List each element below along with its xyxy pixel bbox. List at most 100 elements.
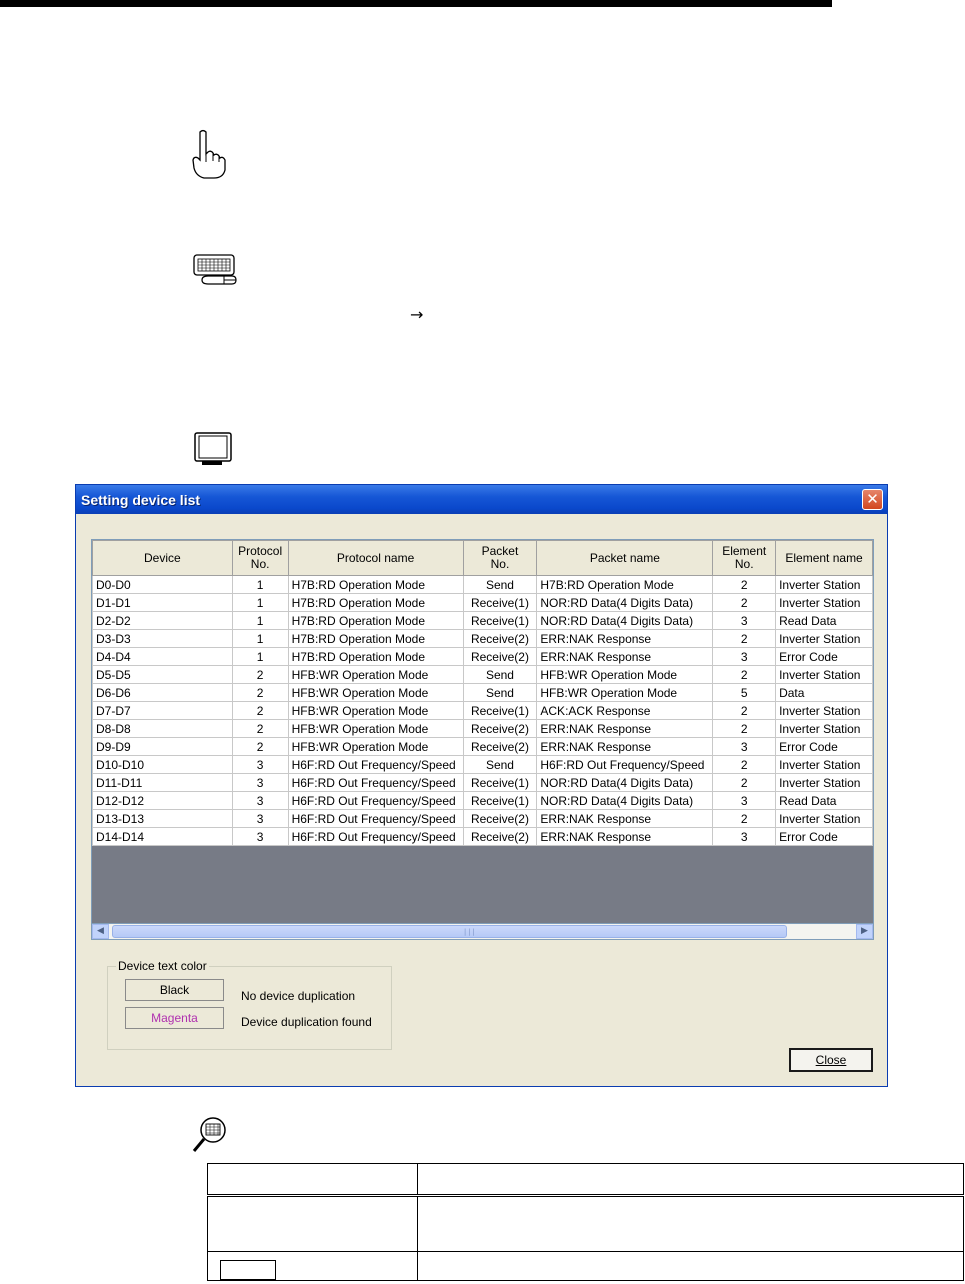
close-icon[interactable]: ✕ (862, 489, 883, 510)
table-cell (417, 1251, 964, 1281)
table-cell: H6F:RD Out Frequency/Speed (287, 827, 464, 846)
table-cell: D7-D7 (92, 701, 233, 720)
table-cell: Error Code (775, 737, 873, 756)
table-cell: D4-D4 (92, 647, 233, 666)
group-label: Device text color (116, 959, 209, 973)
table-cell: H6F:RD Out Frequency/Speed (536, 755, 714, 774)
table-row[interactable]: D1-D1 1 H7B:RD Operation Mode Receive(1) NOR… (92, 593, 873, 612)
table-row[interactable]: D6-D6 2 HFB:WR Operation Mode Send HFB:WR Op… (92, 683, 873, 702)
setting-device-list-dialog: Setting device list ✕ Device Protocol No.… (75, 484, 888, 1087)
column-header[interactable]: Packet No. (462, 540, 538, 576)
table-row[interactable]: D4-D4 1 H7B:RD Operation Mode Receive(2) ERR… (92, 647, 873, 666)
dialog-title: Setting device list (81, 492, 201, 508)
table-cell: HFB:WR Operation Mode (287, 737, 464, 756)
table-row[interactable]: D3-D3 1 H7B:RD Operation Mode Receive(2) ERR… (92, 629, 873, 648)
table-cell: Inverter Station (775, 665, 873, 684)
table-cell (417, 1195, 964, 1252)
table-cell: HFB:WR Operation Mode (536, 665, 714, 684)
table-cell: 2 (712, 755, 777, 774)
column-header[interactable]: Element name (775, 540, 873, 576)
table-cell: H7B:RD Operation Mode (287, 647, 464, 666)
table-row[interactable]: D9-D9 2 HFB:WR Operation Mode Receive(2) ERR… (92, 737, 873, 756)
table-cell: Error Code (775, 647, 873, 666)
table-cell: Inverter Station (775, 755, 873, 774)
table-cell: 2 (712, 809, 777, 828)
horizontal-scrollbar[interactable]: ◀ ||| ▶ (91, 923, 874, 940)
device-list-grid[interactable]: Device Protocol No. Protocol name Packet No… (91, 539, 874, 940)
table-cell: 2 (712, 701, 777, 720)
table-cell: Send (462, 665, 538, 684)
table-cell: HFB:WR Operation Mode (287, 701, 464, 720)
table-cell: Receive(1) (462, 593, 538, 612)
table-row[interactable]: D14-D14 3 H6F:RD Out Frequency/Speed Receiv… (92, 827, 873, 846)
table-cell: NOR:RD Data(4 Digits Data) (536, 593, 714, 612)
table-cell: D14-D14 (92, 827, 233, 846)
column-header[interactable]: Element No. (712, 540, 777, 576)
scroll-left-icon[interactable]: ◀ (92, 924, 109, 939)
black-swatch: Black (125, 979, 224, 1001)
table-cell: ERR:NAK Response (536, 629, 714, 648)
magenta-swatch: Magenta (125, 1007, 224, 1029)
table-cell: Receive(2) (462, 737, 538, 756)
menu-path-arrow: → (410, 305, 424, 324)
scrollbar-thumb[interactable]: ||| (112, 925, 787, 938)
table-cell: 3 (712, 737, 777, 756)
table-cell: D11-D11 (92, 773, 233, 792)
table-row (207, 1195, 964, 1252)
table-cell: Read Data (775, 611, 873, 630)
table-cell: 1 (231, 575, 289, 594)
table-cell: ACK:ACK Response (536, 701, 714, 720)
table-cell: Inverter Station (775, 809, 873, 828)
table-row[interactable]: D12-D12 3 H6F:RD Out Frequency/Speed Receiv… (92, 791, 873, 810)
scroll-right-icon[interactable]: ▶ (856, 924, 873, 939)
table-cell: D13-D13 (92, 809, 233, 828)
table-cell: D3-D3 (92, 629, 233, 648)
table-cell: 5 (712, 683, 777, 702)
table-cell: H6F:RD Out Frequency/Speed (287, 809, 464, 828)
column-header[interactable]: Protocol name (287, 540, 464, 576)
table-cell: Receive(2) (462, 809, 538, 828)
table-cell: H7B:RD Operation Mode (287, 575, 464, 594)
table-row[interactable]: D0-D0 1 H7B:RD Operation Mode Send H7B:RD Op… (92, 575, 873, 594)
table-cell: H7B:RD Operation Mode (287, 593, 464, 612)
table-cell: Inverter Station (775, 773, 873, 792)
table-cell: Inverter Station (775, 719, 873, 738)
table-cell: 2 (712, 593, 777, 612)
table-cell: 3 (712, 791, 777, 810)
close-button[interactable]: Close (789, 1048, 873, 1072)
table-cell: NOR:RD Data(4 Digits Data) (536, 611, 714, 630)
table-cell: Receive(1) (462, 701, 538, 720)
table-row[interactable]: D13-D13 3 H6F:RD Out Frequency/Speed Receiv… (92, 809, 873, 828)
button-placeholder (220, 1260, 276, 1280)
table-cell: 2 (231, 665, 289, 684)
table-row[interactable]: D11-D11 3 H6F:RD Out Frequency/Speed Receiv… (92, 773, 873, 792)
table-row[interactable]: D10-D10 3 H6F:RD Out Frequency/Speed Send H6… (92, 755, 873, 774)
table-cell: 2 (712, 773, 777, 792)
table-row[interactable]: D7-D7 2 HFB:WR Operation Mode Receive(1) ACK… (92, 701, 873, 720)
table-cell: 2 (231, 683, 289, 702)
dialog-title-bar: Setting device list ✕ (76, 485, 887, 514)
pointing-hand-icon (190, 128, 230, 185)
table-cell: Inverter Station (775, 701, 873, 720)
table-cell: Inverter Station (775, 575, 873, 594)
table-cell: HFB:WR Operation Mode (287, 683, 464, 702)
table-cell: D10-D10 (92, 755, 233, 774)
table-row[interactable]: D2-D2 1 H7B:RD Operation Mode Receive(1) NOR… (92, 611, 873, 630)
column-header[interactable]: Protocol No. (231, 540, 289, 576)
keyboard-icon (192, 252, 240, 295)
table-cell: 3 (712, 827, 777, 846)
table-cell: NOR:RD Data(4 Digits Data) (536, 791, 714, 810)
column-header[interactable]: Device (92, 540, 233, 576)
table-cell: 2 (712, 719, 777, 738)
table-cell: D6-D6 (92, 683, 233, 702)
column-header[interactable]: Packet name (536, 540, 714, 576)
table-row[interactable]: D5-D5 2 HFB:WR Operation Mode Send HFB:WR Op… (92, 665, 873, 684)
table-row[interactable]: D8-D8 2 HFB:WR Operation Mode Receive(2) ERR… (92, 719, 873, 738)
table-cell: ERR:NAK Response (536, 809, 714, 828)
table-cell: NOR:RD Data(4 Digits Data) (536, 773, 714, 792)
table-header-row (207, 1163, 964, 1197)
table-cell: Receive(2) (462, 629, 538, 648)
table-cell: 2 (712, 575, 777, 594)
table-cell: H7B:RD Operation Mode (287, 629, 464, 648)
table-cell: 1 (231, 593, 289, 612)
